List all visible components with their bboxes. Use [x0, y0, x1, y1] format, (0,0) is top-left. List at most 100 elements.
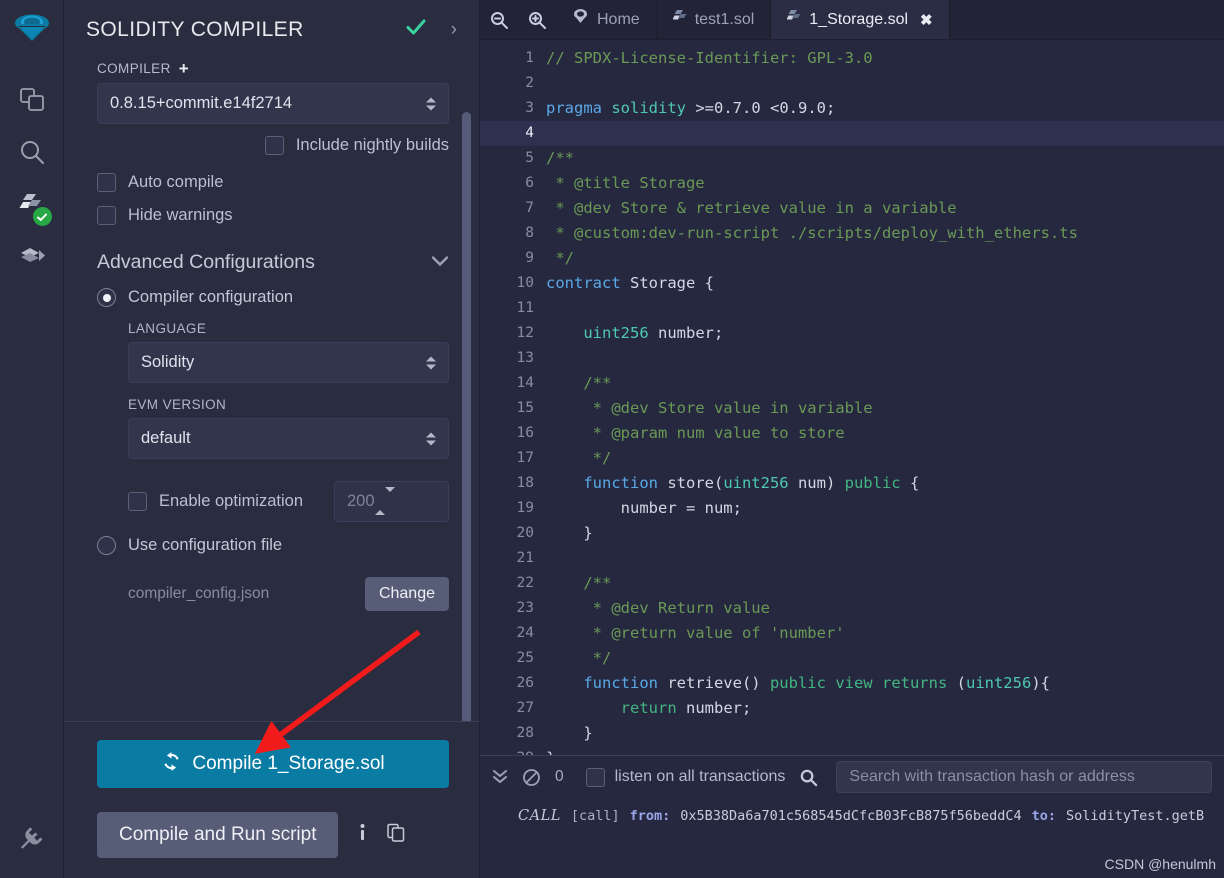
chevron-double-down-icon[interactable] — [492, 768, 508, 786]
code-line[interactable]: 23 * @dev Return value — [480, 596, 1224, 621]
code-line[interactable]: 14 /** — [480, 371, 1224, 396]
terminal-log-row[interactable]: CALL [call] from: 0x5B38Da6a701c568545dC… — [480, 808, 1224, 824]
run-script-row: Compile and Run script — [97, 812, 449, 858]
line-number: 28 — [516, 725, 534, 741]
code-line[interactable]: 27 return number; — [480, 696, 1224, 721]
code-line[interactable]: 13 — [480, 346, 1224, 371]
zoom-in-icon[interactable] — [518, 0, 556, 39]
tab-test1-sol-label: test1.sol — [694, 10, 755, 28]
code-line[interactable]: 10 contract Storage { — [480, 271, 1224, 296]
enable-optimization-checkbox[interactable]: Enable optimization — [128, 492, 303, 511]
code-line-text: /** — [546, 574, 612, 592]
close-icon[interactable]: ✖ — [920, 11, 933, 29]
code-line[interactable]: 20 } — [480, 521, 1224, 546]
line-number: 26 — [516, 675, 534, 691]
code-line[interactable]: 24 * @return value of 'number' — [480, 621, 1224, 646]
code-line-text: * @custom:dev-run-script ./scripts/deplo… — [546, 224, 1078, 242]
code-line[interactable]: 19 number = num; — [480, 496, 1224, 521]
code-line[interactable]: 18 function store(uint256 num) public { — [480, 471, 1224, 496]
code-line[interactable]: 16 * @param num value to store — [480, 421, 1224, 446]
code-line[interactable]: 22 /** — [480, 571, 1224, 596]
code-line[interactable]: 29} — [480, 746, 1224, 755]
code-line[interactable]: 26 function retrieve() public view retur… — [480, 671, 1224, 696]
hide-warnings-checkbox[interactable]: Hide warnings — [97, 206, 449, 225]
select-spinner-icon — [426, 97, 436, 110]
transaction-search-input[interactable]: Search with transaction hash or address — [836, 761, 1212, 793]
remix-ide-window: SOLIDITY COMPILER › COMPILER + 0.8.15+co… — [0, 0, 1224, 878]
add-custom-compiler-icon[interactable]: + — [179, 60, 189, 77]
optimization-runs-input[interactable]: 200 — [334, 481, 449, 522]
listen-on-all-transactions-checkbox[interactable]: listen on all transactions — [585, 767, 785, 787]
code-line-text: * @return value of 'number' — [546, 624, 845, 642]
auto-compile-checkbox[interactable]: Auto compile — [97, 173, 449, 192]
code-line-text: */ — [546, 649, 612, 667]
sidebar-item-plugin-manager[interactable] — [0, 827, 64, 860]
compile-and-run-script-button[interactable]: Compile and Run script — [97, 812, 339, 858]
advanced-configurations-header[interactable]: Advanced Configurations — [97, 251, 449, 274]
tab-1-storage-sol[interactable]: 1_Storage.sol ✖ — [771, 0, 950, 39]
code-line[interactable]: 15 * @dev Store value in variable — [480, 396, 1224, 421]
include-nightly-row: Include nightly builds — [97, 136, 449, 155]
code-line[interactable]: 5 /** — [480, 146, 1224, 171]
code-line-text: /** — [546, 149, 574, 167]
remix-logo-icon[interactable] — [8, 8, 56, 56]
line-number: 12 — [516, 325, 534, 341]
line-number: 11 — [516, 300, 534, 316]
sidebar-item-file-explorer[interactable] — [8, 76, 56, 128]
compiler-version-select[interactable]: 0.8.15+commit.e14f2714 — [97, 83, 449, 124]
page-title: SOLIDITY COMPILER — [86, 18, 304, 41]
code-line[interactable]: 28 } — [480, 721, 1224, 746]
compile-button[interactable]: Compile 1_Storage.sol — [97, 740, 449, 788]
sidebar-item-deploy-run[interactable] — [8, 232, 56, 284]
compile-success-check-icon — [405, 16, 427, 44]
refresh-icon — [161, 751, 182, 778]
evm-version-select[interactable]: default — [128, 418, 449, 459]
code-line[interactable]: 11 — [480, 296, 1224, 321]
code-line[interactable]: 2 — [480, 71, 1224, 96]
tab-home[interactable]: Home — [556, 0, 657, 39]
code-line[interactable]: 25 */ — [480, 646, 1224, 671]
log-tag: [call] — [570, 808, 620, 824]
code-line-text: function retrieve() public view returns … — [583, 674, 1050, 692]
code-line[interactable]: 7 * @dev Store & retrieve value in a var… — [480, 196, 1224, 221]
tab-test1-sol[interactable]: test1.sol — [657, 0, 772, 39]
code-line[interactable]: 1 // SPDX-License-Identifier: GPL-3.0 — [480, 46, 1224, 71]
code-line-text: function store(uint256 num) public { — [583, 474, 920, 492]
code-line-text: */ — [546, 449, 612, 467]
clear-console-icon[interactable] — [522, 768, 541, 787]
radio-use-configuration-file[interactable]: Use configuration file — [97, 536, 449, 555]
panel-scrollbar[interactable] — [462, 112, 471, 721]
sidebar-item-search[interactable] — [8, 128, 56, 180]
code-editor[interactable]: 1// SPDX-License-Identifier: GPL-3.0 2 3 pr… — [480, 40, 1224, 755]
code-line[interactable]: 9 */ — [480, 246, 1224, 271]
code-line[interactable]: 17 */ — [480, 446, 1224, 471]
editor-tab-bar: Home test1.sol 1_Storage.sol ✖ — [480, 0, 1224, 40]
log-kind: CALL — [518, 808, 561, 824]
code-line-text: * @param num value to store — [546, 424, 845, 442]
optimization-row: Enable optimization 200 — [97, 481, 449, 522]
chevron-right-icon[interactable]: › — [451, 19, 457, 41]
code-line[interactable]: 4 — [480, 121, 1224, 146]
search-icon[interactable] — [799, 768, 818, 787]
advanced-configurations-title: Advanced Configurations — [97, 251, 315, 273]
code-line[interactable]: 12 uint256 number; — [480, 321, 1224, 346]
log-from-key: from: — [629, 808, 671, 824]
line-number: 15 — [516, 400, 534, 416]
language-select[interactable]: Solidity — [128, 342, 449, 383]
radio-compiler-configuration[interactable]: Compiler configuration — [97, 288, 449, 307]
search-icon — [18, 138, 46, 171]
code-line[interactable]: 8 * @custom:dev-run-script ./scripts/dep… — [480, 221, 1224, 246]
zoom-out-icon[interactable] — [480, 0, 518, 39]
terminal-log: CALL [call] from: 0x5B38Da6a701c568545dC… — [480, 798, 1224, 878]
copy-icon[interactable] — [387, 823, 405, 848]
sidebar-item-solidity-compiler[interactable] — [8, 180, 56, 232]
remix-home-icon — [572, 8, 589, 31]
deploy-run-icon — [17, 241, 47, 276]
code-line[interactable]: 3 pragma solidity >=0.7.0 <0.9.0; — [480, 96, 1224, 121]
code-line-text: */ — [546, 249, 574, 267]
change-config-file-button[interactable]: Change — [364, 577, 449, 611]
code-line[interactable]: 21 — [480, 546, 1224, 571]
code-line[interactable]: 6 * @title Storage — [480, 171, 1224, 196]
info-icon[interactable] — [358, 823, 367, 848]
include-nightly-checkbox[interactable]: Include nightly builds — [264, 136, 449, 155]
